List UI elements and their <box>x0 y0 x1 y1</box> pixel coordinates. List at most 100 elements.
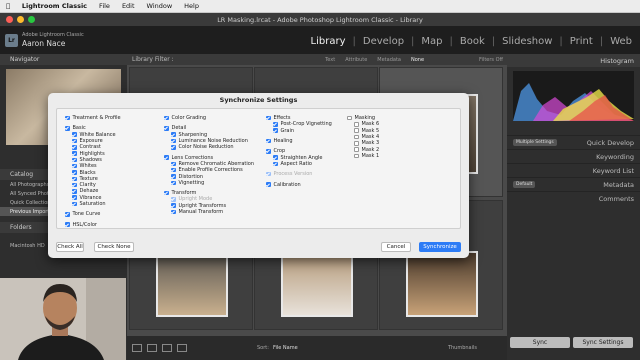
sort-dropdown[interactable]: File Name <box>273 345 298 351</box>
filter-text[interactable]: Text <box>325 57 335 63</box>
checkbox-icon[interactable] <box>65 115 70 121</box>
checkbox-icon[interactable] <box>354 134 359 140</box>
module-map[interactable]: Map <box>421 36 442 47</box>
checkbox-icon[interactable] <box>266 115 271 121</box>
metadata-preset-dropdown[interactable]: Default <box>513 181 536 188</box>
menu-edit[interactable]: Edit <box>122 2 135 10</box>
photo-thumbnail[interactable] <box>281 251 353 317</box>
sync-settings-button[interactable]: Sync Settings <box>573 337 633 348</box>
checkbox-icon[interactable] <box>273 122 278 127</box>
setting-checkbox[interactable]: Calibration <box>266 181 332 188</box>
menu-window[interactable]: Window <box>147 2 173 10</box>
survey-view-icon[interactable] <box>177 344 187 352</box>
checkbox-icon[interactable] <box>72 176 77 182</box>
checkbox-icon[interactable] <box>171 180 176 186</box>
checkbox-icon[interactable] <box>273 155 278 160</box>
checkbox-icon[interactable] <box>72 132 77 137</box>
setting-checkbox[interactable]: HSL/Color <box>65 221 121 228</box>
module-print[interactable]: Print <box>570 36 593 47</box>
checkbox-icon[interactable] <box>72 170 77 175</box>
minimize-window-icon[interactable] <box>17 16 24 23</box>
module-library[interactable]: Library <box>311 36 346 47</box>
checkbox-icon[interactable] <box>171 167 176 173</box>
check-all-button[interactable]: Check All <box>56 242 84 252</box>
cancel-button[interactable]: Cancel <box>381 242 411 252</box>
compare-view-icon[interactable] <box>162 344 172 352</box>
apple-icon[interactable]:  <box>6 2 10 10</box>
quick-develop-header[interactable]: Multiple Settings Quick Develop <box>507 135 640 149</box>
photo-thumbnail[interactable] <box>406 251 478 317</box>
checkbox-icon[interactable] <box>354 128 359 133</box>
module-book[interactable]: Book <box>460 36 485 47</box>
checkbox-icon[interactable] <box>171 197 176 202</box>
close-window-icon[interactable] <box>6 16 13 23</box>
checkbox-icon[interactable] <box>171 132 176 137</box>
checkbox-icon[interactable] <box>72 201 77 207</box>
checkbox-icon[interactable] <box>273 161 278 167</box>
checkbox-icon[interactable] <box>164 126 169 131</box>
zoom-window-icon[interactable] <box>28 16 35 23</box>
keyword-list-header[interactable]: Keyword List <box>507 163 640 177</box>
setting-checkbox[interactable]: Manual Transform <box>164 209 254 215</box>
thumbnails-slider-label[interactable]: Thumbnails <box>448 345 477 351</box>
checkbox-icon[interactable] <box>171 145 176 150</box>
setting-checkbox[interactable]: White Balance <box>65 132 121 138</box>
metadata-header[interactable]: Default Metadata <box>507 177 640 191</box>
checkbox-icon[interactable] <box>171 203 176 208</box>
setting-checkbox[interactable]: Treatment & Profile <box>65 115 121 121</box>
synchronize-button[interactable]: Synchronize <box>419 242 461 252</box>
filters-off[interactable]: Filters Off <box>479 57 503 63</box>
checkbox-icon[interactable] <box>171 138 176 144</box>
setting-checkbox[interactable]: Mask 1 <box>347 153 379 159</box>
checkbox-icon[interactable] <box>266 171 271 177</box>
filter-attribute[interactable]: Attribute <box>345 57 367 63</box>
setting-checkbox[interactable]: Post-Crop Vignetting <box>266 121 332 127</box>
comments-header[interactable]: Comments <box>507 191 640 205</box>
checkbox-icon[interactable] <box>273 128 278 133</box>
checkbox-icon[interactable] <box>72 182 77 188</box>
checkbox-icon[interactable] <box>354 141 359 146</box>
navigator-header[interactable]: Navigator <box>0 54 127 65</box>
checkbox-icon[interactable] <box>65 222 70 227</box>
check-none-button[interactable]: Check None <box>94 242 134 252</box>
checkbox-icon[interactable] <box>171 209 176 215</box>
filter-metadata[interactable]: Metadata <box>377 57 401 63</box>
loupe-view-icon[interactable] <box>147 344 157 352</box>
menu-help[interactable]: Help <box>184 2 199 10</box>
checkbox-icon[interactable] <box>164 155 169 160</box>
checkbox-icon[interactable] <box>171 174 176 179</box>
module-develop[interactable]: Develop <box>363 36 404 47</box>
checkbox-icon[interactable] <box>72 163 77 169</box>
setting-checkbox[interactable]: Straighten Angle <box>266 154 332 161</box>
checkbox-icon[interactable] <box>72 189 77 194</box>
checkbox-icon[interactable] <box>354 147 359 152</box>
checkbox-icon[interactable] <box>164 115 169 121</box>
filter-none[interactable]: None <box>411 57 424 63</box>
histogram-header[interactable]: Histogram <box>507 54 640 67</box>
checkbox-icon[interactable] <box>65 126 70 131</box>
checkbox-icon[interactable] <box>164 190 169 196</box>
checkbox-icon[interactable] <box>72 138 77 144</box>
checkbox-icon[interactable] <box>72 145 77 150</box>
saved-preset-dropdown[interactable]: Multiple Settings <box>513 139 557 146</box>
checkbox-icon[interactable] <box>65 212 70 217</box>
menu-file[interactable]: File <box>99 2 110 10</box>
checkbox-icon[interactable] <box>354 153 359 159</box>
checkbox-icon[interactable] <box>266 149 271 154</box>
module-slideshow[interactable]: Slideshow <box>502 36 552 47</box>
module-web[interactable]: Web <box>610 36 632 47</box>
checkbox-icon[interactable] <box>72 195 77 200</box>
menu-app[interactable]: Lightroom Classic <box>22 2 87 10</box>
checkbox-icon[interactable] <box>171 161 176 167</box>
checkbox-icon[interactable] <box>72 151 77 156</box>
sync-button[interactable]: Sync <box>510 337 570 348</box>
grid-view-icon[interactable] <box>132 344 142 352</box>
keywording-header[interactable]: Keywording <box>507 149 640 163</box>
checkbox-icon[interactable] <box>72 157 77 163</box>
checkbox-icon[interactable] <box>354 122 359 127</box>
photo-thumbnail[interactable] <box>156 251 228 317</box>
checkbox-icon[interactable] <box>266 138 271 144</box>
checkbox-icon[interactable] <box>347 115 352 121</box>
checkbox-icon[interactable] <box>266 182 271 187</box>
setting-label: Remove Chromatic Aberration <box>178 160 255 167</box>
